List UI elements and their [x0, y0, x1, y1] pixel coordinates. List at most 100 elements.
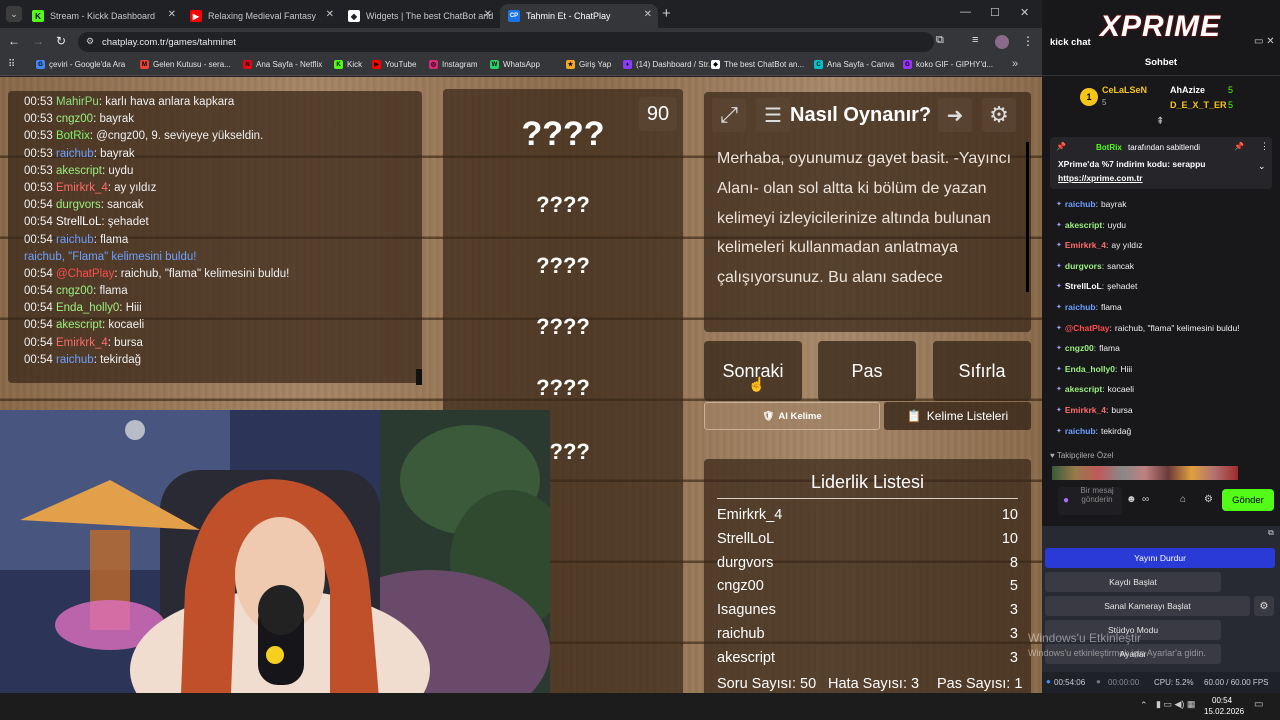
bookmark-item[interactable]: C Ana Sayfa - Canva: [814, 60, 894, 69]
kick-chat-message[interactable]: ✦ raichub: tekirdağ: [1056, 426, 1131, 436]
close-tab-icon[interactable]: ✕: [644, 9, 652, 20]
notification-icon[interactable]: ▭: [1254, 699, 1263, 710]
mic-icon[interactable]: ●: [1063, 495, 1069, 506]
tray-chevron-icon[interactable]: ⌃: [1140, 700, 1148, 711]
tab-chatplay[interactable]: CP Tahmin Et - ChatPlay ✕: [500, 4, 658, 28]
bookmark-item[interactable]: Gkoko GIF - GIPHY'd...: [903, 60, 993, 69]
kick-chat-username[interactable]: raichub: [1065, 199, 1096, 209]
back-arrow-icon[interactable]: ←: [8, 34, 20, 48]
apps-grid-icon[interactable]: ⠿: [8, 59, 15, 70]
settings-gear-icon[interactable]: ⚙: [982, 98, 1016, 132]
extensions-icon[interactable]: ⧉: [936, 34, 944, 47]
bookmark-item[interactable]: K Kick: [334, 60, 362, 69]
word-lists-button[interactable]: 📋 Kelime Listeleri: [884, 402, 1031, 430]
close-tab-icon[interactable]: ✕: [484, 9, 492, 20]
reset-button[interactable]: Sıfırla: [933, 341, 1031, 401]
forbidden-word-2: ????: [536, 253, 590, 278]
forward-arrow-icon[interactable]: →: [32, 34, 44, 48]
tab-widgets[interactable]: ◆ Widgets | The best ChatBot and ✕: [340, 4, 498, 28]
pinned-message[interactable]: 📌 BotRix tarafından sabitlendi XPrime'da…: [1050, 137, 1272, 189]
tray-icons[interactable]: ▮ ▭ ◀) ▦: [1156, 699, 1195, 710]
new-tab-button[interactable]: +: [662, 5, 671, 22]
virtual-camera-settings-icon[interactable]: ⚙: [1254, 596, 1274, 616]
top-gifter-2[interactable]: AhAzize: [1170, 85, 1205, 95]
top-gifter-1[interactable]: CeLaLSeN: [1102, 85, 1147, 95]
site-info-icon[interactable]: ⚙: [86, 36, 94, 47]
kick-chat-username[interactable]: raichub: [1065, 302, 1096, 312]
close-window-button[interactable]: ✕: [1020, 6, 1029, 19]
kick-chat-username[interactable]: Emirkrk_4: [1065, 405, 1106, 415]
bookmark-item[interactable]: Gçeviri - Google'da Ara: [36, 60, 125, 69]
kick-chat-username[interactable]: raichub: [1065, 426, 1096, 436]
ai-word-button[interactable]: 🛡 AI Kelime: [704, 402, 880, 430]
kick-chat-message[interactable]: ✦ StrellLoL: şehadet: [1056, 281, 1137, 291]
bookmark-item[interactable]: ★ Giriş Yap: [566, 60, 611, 69]
chat-input[interactable]: ● Bir mesaj gönderin: [1058, 486, 1122, 515]
gift-link-icon[interactable]: ∞: [1142, 494, 1149, 505]
bookmark-item[interactable]: ◆ The best ChatBot an...: [711, 60, 804, 69]
collapse-icon[interactable]: ⇞: [1156, 116, 1164, 127]
logout-icon[interactable]: ➜: [938, 98, 972, 132]
close-tab-icon[interactable]: ✕: [168, 9, 176, 20]
start-recording-button[interactable]: Kaydı Başlat: [1045, 572, 1221, 592]
profile-avatar[interactable]: [995, 35, 1009, 49]
kick-chat-message[interactable]: ✦ Emirkrk_4: ay yıldız: [1056, 240, 1143, 250]
kick-chat-username[interactable]: @ChatPlay: [1065, 323, 1110, 333]
bookmark-item[interactable]: ◎ Instagram: [429, 60, 478, 69]
kick-chat-message[interactable]: ✦ akescript: kocaeli: [1056, 384, 1134, 394]
kick-chat-message[interactable]: ✦ Enda_holly0: Hiii: [1056, 364, 1132, 374]
menu-dots-icon[interactable]: ⋮: [1022, 34, 1034, 48]
obs-dock-icon[interactable]: ⧉: [1268, 528, 1274, 538]
top-gifter-3[interactable]: D_E_X_T_ER: [1170, 100, 1227, 110]
pinned-link[interactable]: https://xprime.com.tr: [1058, 173, 1143, 183]
maximize-button[interactable]: ☐: [990, 6, 1000, 19]
bookmark-item[interactable]: N Ana Sayfa - Netflix: [243, 60, 322, 69]
pass-button[interactable]: Pas: [818, 341, 916, 401]
emoji-icon[interactable]: ☻: [1126, 494, 1137, 505]
kick-chat-message[interactable]: ✦ raichub: flama: [1056, 302, 1122, 312]
kick-chat-username[interactable]: akescript: [1065, 384, 1102, 394]
bookmarks-more[interactable]: »: [1012, 58, 1018, 70]
address-bar[interactable]: ⚙ chatplay.com.tr/games/tahminet: [78, 32, 934, 52]
tab-youtube[interactable]: ▶ Relaxing Medieval Fantasy ✕: [182, 4, 340, 28]
fullscreen-icon[interactable]: ⤢: [712, 98, 746, 132]
kick-chat-username[interactable]: durgvors: [1065, 261, 1102, 271]
kick-favicon-icon: K: [32, 10, 44, 22]
kick-chat-message[interactable]: ✦ @ChatPlay: raichub, "flama" kelimesini b…: [1056, 323, 1240, 333]
unpin-icon[interactable]: 📌: [1234, 142, 1244, 151]
tab-search-icon[interactable]: ⌄: [6, 6, 22, 22]
clock-time[interactable]: 00:54: [1212, 696, 1232, 705]
howto-scrollbar[interactable]: [1026, 142, 1029, 292]
pinned-expand-icon[interactable]: ⌄: [1258, 161, 1266, 172]
bookmark-item[interactable]: ▶ YouTube: [372, 60, 416, 69]
store-icon[interactable]: ⌂: [1180, 494, 1186, 505]
notes-icon[interactable]: ☰: [756, 98, 790, 132]
kick-chat-username[interactable]: cngz00: [1065, 343, 1094, 353]
media-control-icon[interactable]: ≡: [972, 34, 978, 46]
bookmark-item[interactable]: W WhatsApp: [490, 60, 540, 69]
stop-stream-button[interactable]: Yayını Durdur: [1045, 548, 1275, 568]
bookmark-item[interactable]: ♦ (14) Dashboard / Str...: [623, 60, 715, 69]
reload-icon[interactable]: ↻: [56, 34, 66, 48]
kick-chat-username[interactable]: Emirkrk_4: [1065, 240, 1106, 250]
close-tab-icon[interactable]: ✕: [326, 9, 334, 20]
kick-chat-username[interactable]: StrellLoL: [1065, 281, 1102, 291]
minimize-button[interactable]: —: [960, 6, 971, 18]
tab-kick-dashboard[interactable]: K Stream - Kickk Dashboard ✕: [24, 4, 182, 28]
kick-chat-message[interactable]: ✦ durgvors: sancak: [1056, 261, 1134, 271]
bookmark-favicon-icon: W: [490, 60, 499, 69]
clock-date[interactable]: 15.02.2026: [1204, 707, 1244, 716]
kick-chat-message[interactable]: ✦ akescript: uydu: [1056, 220, 1126, 230]
kick-chat-username[interactable]: Enda_holly0: [1065, 364, 1115, 374]
pinned-menu-icon[interactable]: ⋮: [1260, 141, 1269, 152]
chat-username: raichub: [55, 147, 94, 160]
window-controls[interactable]: ▭ ✕: [1254, 36, 1275, 47]
kick-chat-message[interactable]: ✦ raichub: bayrak: [1056, 199, 1126, 209]
chat-settings-icon[interactable]: ⚙: [1204, 494, 1213, 505]
send-button[interactable]: Gönder: [1222, 489, 1274, 511]
kick-chat-username[interactable]: akescript: [1065, 220, 1102, 230]
kick-chat-message[interactable]: ✦ cngz00: flama: [1056, 343, 1120, 353]
kick-chat-message[interactable]: ✦ Emirkrk_4: bursa: [1056, 405, 1133, 415]
start-virtual-camera-button[interactable]: Sanal Kamerayı Başlat: [1045, 596, 1250, 616]
bookmark-item[interactable]: M Gelen Kutusu - sera...: [140, 60, 231, 69]
